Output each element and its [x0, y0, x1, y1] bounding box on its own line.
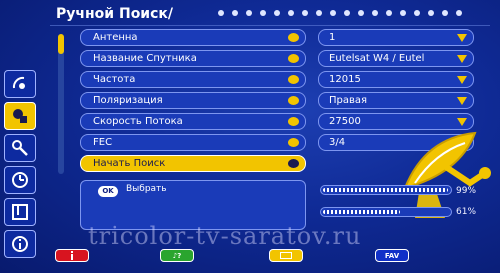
- signal-strength-bar: [320, 185, 452, 195]
- setting-label: Название Спутника: [93, 53, 197, 64]
- row-indicator: [288, 138, 299, 147]
- timer-icon: [12, 172, 28, 188]
- dropdown-arrow-icon: [457, 34, 467, 42]
- dot: [246, 10, 252, 16]
- fav-label: FAV: [384, 251, 400, 260]
- dot: [456, 10, 462, 16]
- satellite-icon: [12, 76, 25, 89]
- signal-quality-bar: [320, 207, 452, 217]
- setting-label: FEC: [93, 137, 113, 148]
- dot: [344, 10, 350, 16]
- dot: [358, 10, 364, 16]
- setting-row-satellite[interactable]: Название Спутника: [80, 50, 306, 67]
- dot: [442, 10, 448, 16]
- setting-row-frequency[interactable]: Частота: [80, 71, 306, 88]
- info-icon: [71, 251, 73, 260]
- value-text: 27500: [329, 116, 361, 127]
- manual-search-screen: Ручной Поиск/ Антенна Название Спутника …: [0, 0, 500, 273]
- watermark: tricolor-tv-saratov.ru: [88, 222, 362, 250]
- dot: [414, 10, 420, 16]
- sidebar: [4, 70, 38, 262]
- dropdown-arrow-icon: [457, 76, 467, 84]
- sidebar-item-info[interactable]: [4, 230, 36, 258]
- value-select-satellite[interactable]: Eutelsat W4 / Eutel: [318, 50, 474, 67]
- info-icon: [12, 236, 28, 252]
- dot: [274, 10, 280, 16]
- setting-label: Антенна: [93, 32, 138, 43]
- row-indicator: [288, 33, 299, 42]
- row-indicator: [288, 159, 299, 168]
- scrollbar-thumb[interactable]: [58, 34, 64, 54]
- dot: [232, 10, 238, 16]
- dot: [372, 10, 378, 16]
- sidebar-item-layout[interactable]: [4, 198, 36, 226]
- green-key-button[interactable]: ♪?: [160, 249, 194, 262]
- tools-icon: [12, 140, 28, 156]
- dot: [218, 10, 224, 16]
- signal-strength-fill: [323, 188, 448, 192]
- dot: [288, 10, 294, 16]
- dot: [428, 10, 434, 16]
- audio-help-label: ♪?: [172, 251, 182, 260]
- setting-label: Скорость Потока: [93, 116, 183, 127]
- dropdown-arrow-icon: [457, 118, 467, 126]
- setting-label: Частота: [93, 74, 136, 85]
- value-select-frequency[interactable]: 12015: [318, 71, 474, 88]
- setting-row-symbol-rate[interactable]: Скорость Потока: [80, 113, 306, 130]
- value-select-polarization[interactable]: Правая: [318, 92, 474, 109]
- row-indicator: [288, 117, 299, 126]
- dropdown-arrow-icon: [457, 55, 467, 63]
- signal-strength-value: 99%: [456, 186, 477, 196]
- row-indicator: [288, 96, 299, 105]
- signal-quality-fill: [323, 210, 400, 214]
- page-dots: [218, 10, 462, 16]
- sidebar-item-tools[interactable]: [4, 134, 36, 162]
- start-search-label: Начать Поиск: [93, 158, 166, 169]
- setting-row-polarization[interactable]: Поляризация: [80, 92, 306, 109]
- setting-label: Поляризация: [93, 95, 163, 106]
- start-search-button[interactable]: Начать Поиск: [80, 155, 306, 172]
- dot: [386, 10, 392, 16]
- red-key-button[interactable]: [55, 249, 89, 262]
- scrollbar-track[interactable]: [58, 34, 64, 174]
- value-text: 1: [329, 32, 336, 43]
- header-divider: [50, 25, 490, 26]
- fav-key-button[interactable]: FAV: [375, 249, 409, 262]
- ok-key-icon: OK: [98, 186, 118, 197]
- value-text: 12015: [329, 74, 361, 85]
- value-text: Eutelsat W4 / Eutel: [329, 53, 425, 64]
- sidebar-item-timer[interactable]: [4, 166, 36, 194]
- setting-row-fec[interactable]: FEC: [80, 134, 306, 151]
- row-indicator: [288, 75, 299, 84]
- dot: [330, 10, 336, 16]
- page-title: Ручной Поиск/: [56, 6, 174, 22]
- dot: [260, 10, 266, 16]
- layout-icon: [12, 204, 28, 220]
- dot: [316, 10, 322, 16]
- row-indicator: [288, 54, 299, 63]
- value-select-antenna[interactable]: 1: [318, 29, 474, 46]
- ok-hint-label: Выбрать: [126, 184, 167, 194]
- dot: [302, 10, 308, 16]
- value-text: Правая: [329, 95, 368, 106]
- channel-icon: [13, 109, 27, 123]
- dot: [400, 10, 406, 16]
- sidebar-item-channel[interactable]: [4, 102, 36, 130]
- signal-quality-value: 61%: [456, 207, 477, 217]
- sidebar-item-satellite[interactable]: [4, 70, 36, 98]
- setting-row-antenna[interactable]: Антенна: [80, 29, 306, 46]
- blank-icon: [280, 252, 292, 259]
- dropdown-arrow-icon: [457, 97, 467, 105]
- yellow-key-button[interactable]: [269, 249, 303, 262]
